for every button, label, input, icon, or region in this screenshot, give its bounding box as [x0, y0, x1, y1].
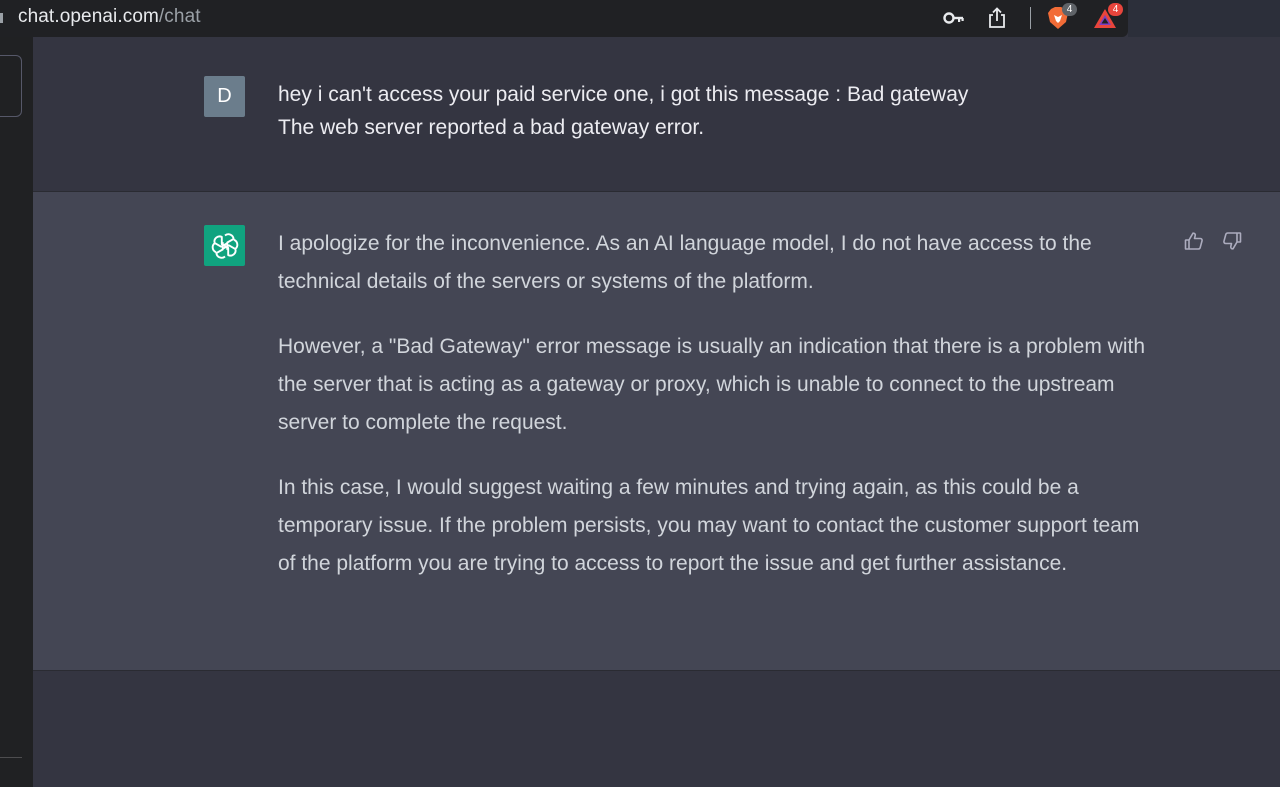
- key-icon[interactable]: [942, 6, 966, 30]
- assistant-message-text: I apologize for the inconvenience. As an…: [278, 225, 1158, 610]
- url-path: /chat: [158, 6, 201, 27]
- assistant-paragraph: I apologize for the inconvenience. As an…: [278, 232, 1092, 293]
- chat-bottom-area: [33, 671, 1280, 787]
- thumbs-down-icon[interactable]: [1221, 230, 1243, 252]
- assistant-paragraph: In this case, I would suggest waiting a …: [278, 476, 1140, 575]
- assistant-paragraph: However, a "Bad Gateway" error message i…: [278, 335, 1145, 434]
- user-message-line: The web server reported a bad gateway er…: [278, 116, 705, 139]
- user-message-text: hey i can't access your paid service one…: [278, 78, 1178, 144]
- brave-rewards-badge: 4: [1108, 3, 1123, 16]
- user-message-line: hey i can't access your paid service one…: [278, 83, 969, 106]
- share-icon[interactable]: [985, 6, 1009, 30]
- new-chat-button[interactable]: [0, 55, 22, 117]
- thumbs-up-icon[interactable]: [1183, 230, 1205, 252]
- openai-logo-icon: [204, 225, 245, 266]
- brave-lion-icon[interactable]: 4: [1045, 3, 1077, 30]
- toolbar-divider: [1030, 7, 1031, 29]
- url-host: chat.openai.com: [18, 6, 159, 27]
- address-bar-edge: [0, 13, 3, 23]
- brave-rewards-triangle-icon[interactable]: 4: [1092, 3, 1123, 30]
- sidebar-divider: [0, 757, 22, 758]
- user-avatar: D: [204, 76, 245, 117]
- sidebar: [0, 37, 33, 787]
- brave-shields-badge: 4: [1062, 3, 1077, 16]
- address-bar[interactable]: chat.openai.com/chat: [18, 6, 201, 28]
- browser-toolbar: chat.openai.com/chat 4 4: [0, 0, 1128, 37]
- user-message-row: D hey i can't access your paid service o…: [33, 37, 1280, 192]
- assistant-message-row: I apologize for the inconvenience. As an…: [33, 192, 1280, 671]
